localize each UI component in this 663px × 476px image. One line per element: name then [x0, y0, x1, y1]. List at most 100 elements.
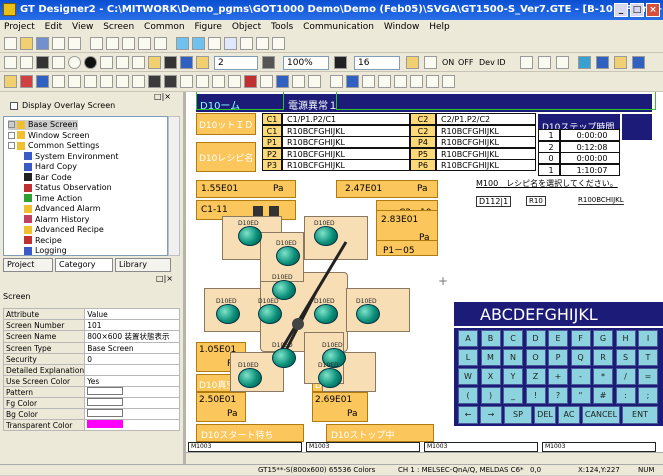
font-icon[interactable]	[334, 56, 347, 69]
kb-key[interactable]: ;	[638, 387, 658, 404]
tab-category[interactable]: Category	[55, 258, 113, 272]
kb-key[interactable]: F	[570, 330, 591, 347]
kb-key[interactable]: G	[593, 330, 613, 347]
text-tool-icon[interactable]	[132, 56, 145, 69]
script-icon[interactable]	[362, 75, 375, 88]
font-size-combo[interactable]: 16	[354, 56, 400, 70]
shape-icon[interactable]	[538, 56, 551, 69]
menu-window[interactable]: Window	[384, 22, 420, 32]
comment-icon[interactable]	[116, 75, 129, 88]
kb-key[interactable]: C	[503, 330, 523, 347]
property-value[interactable]: 101	[84, 319, 180, 331]
property-value[interactable]	[84, 364, 180, 376]
wafer-icon[interactable]	[314, 304, 338, 324]
arc-tool-icon[interactable]	[100, 56, 113, 69]
menu-common[interactable]: Common	[144, 22, 185, 32]
window-layer-icon[interactable]	[632, 56, 645, 69]
wafer-icon[interactable]	[314, 226, 338, 246]
wafer-icon[interactable]	[238, 368, 262, 388]
kb-key[interactable]: D	[525, 330, 546, 347]
menu-tools[interactable]: Tools	[271, 22, 293, 32]
level-icon[interactable]	[180, 75, 193, 88]
scale-tool-icon[interactable]	[164, 56, 177, 69]
kb-key[interactable]: =	[638, 368, 658, 385]
sector-tool-icon[interactable]	[116, 56, 129, 69]
tree-item[interactable]: Recipe	[24, 236, 62, 246]
touch-key-icon[interactable]	[308, 75, 321, 88]
wafer-icon[interactable]	[216, 304, 240, 324]
kb-function-key[interactable]: SP	[504, 406, 532, 424]
kb-function-key[interactable]: →	[480, 406, 502, 424]
kb-key[interactable]: H	[615, 330, 636, 347]
save-icon[interactable]	[36, 37, 49, 50]
kb-key[interactable]: Z	[525, 368, 546, 385]
menu-edit[interactable]: Edit	[45, 22, 62, 32]
polyline-tool-icon[interactable]	[20, 56, 33, 69]
display-overlay-option[interactable]: Display Overlay Screen	[10, 101, 115, 110]
kb-function-key[interactable]: AC	[558, 406, 580, 424]
expand-icon[interactable]	[8, 121, 15, 128]
brush-icon[interactable]	[556, 56, 569, 69]
kb-key[interactable]: A	[458, 330, 478, 347]
canvas-horizontal-scrollbar[interactable]	[186, 452, 663, 464]
property-row[interactable]: Pattern	[2, 386, 180, 398]
numerical-input-icon[interactable]	[52, 75, 65, 88]
tree-item[interactable]: System Environment	[24, 152, 118, 162]
tree-item[interactable]: Advanced Alarm	[24, 204, 101, 214]
property-row[interactable]: Security 0	[2, 353, 180, 365]
kb-key[interactable]: +	[548, 368, 568, 385]
pen-icon[interactable]	[520, 56, 533, 69]
checkbox-icon[interactable]	[10, 101, 18, 110]
on-toggle[interactable]: ON	[442, 58, 454, 67]
kb-key[interactable]: P	[548, 349, 568, 366]
kb-key[interactable]: *	[593, 368, 613, 385]
trend-graph-icon[interactable]	[196, 75, 209, 88]
wafer-icon[interactable]	[272, 280, 296, 300]
property-row[interactable]: Detailed Explanation	[2, 364, 180, 376]
arrow-right-icon[interactable]	[442, 75, 455, 88]
color-swatch[interactable]	[87, 398, 124, 406]
back-layer-icon[interactable]	[614, 56, 627, 69]
tree-item[interactable]: Common Settings	[8, 141, 99, 151]
tab-project[interactable]: Project	[3, 258, 53, 272]
kb-key[interactable]: Y	[503, 368, 523, 385]
switch-object-icon[interactable]	[4, 75, 17, 88]
tree-item[interactable]: Window Screen	[8, 131, 90, 141]
off-toggle[interactable]: OFF	[458, 58, 474, 67]
rectangle-tool-icon[interactable]	[36, 56, 49, 69]
kb-key[interactable]: ?	[548, 387, 568, 404]
slider-icon[interactable]	[330, 75, 343, 88]
property-row[interactable]: Transparent Color	[2, 419, 180, 431]
kb-key[interactable]: "	[570, 387, 591, 404]
kb-key[interactable]: #	[593, 387, 613, 404]
tree-item[interactable]: Base Screen	[8, 120, 78, 130]
circle-tool-icon[interactable]	[68, 56, 81, 69]
kb-key[interactable]: M	[480, 349, 501, 366]
menu-view[interactable]: View	[72, 22, 93, 32]
kb-function-key[interactable]: ←	[458, 406, 478, 424]
dev-toggle[interactable]: Dev	[479, 58, 495, 67]
kb-key[interactable]: S	[615, 349, 636, 366]
tree-item[interactable]: Bar Code	[24, 173, 72, 183]
tree-item[interactable]: Time Action	[24, 194, 82, 204]
tree-scrollbar[interactable]	[168, 116, 180, 256]
property-value[interactable]: 800×600 装置状態表示	[84, 330, 180, 343]
property-row[interactable]: Screen Number 101	[2, 319, 180, 331]
recipe-icon[interactable]	[292, 75, 305, 88]
preview-icon[interactable]	[68, 37, 81, 50]
tree-item[interactable]: Hard Copy	[24, 162, 77, 172]
kb-key[interactable]: )	[480, 387, 501, 404]
wafer-icon[interactable]	[238, 226, 262, 246]
bar-graph-icon[interactable]	[228, 75, 241, 88]
wafer-icon[interactable]	[272, 348, 296, 368]
fn-key-icon[interactable]	[378, 75, 391, 88]
color-swatch[interactable]	[87, 387, 124, 395]
kb-key[interactable]: R	[593, 349, 613, 366]
prev-screen-icon[interactable]	[176, 37, 189, 50]
wafer-icon[interactable]	[318, 368, 342, 388]
copy-icon[interactable]	[106, 37, 119, 50]
new-file-icon[interactable]	[4, 37, 17, 50]
menu-project[interactable]: Project	[4, 22, 35, 32]
ascii-display-icon[interactable]	[68, 75, 81, 88]
wafer-icon[interactable]	[356, 304, 380, 324]
